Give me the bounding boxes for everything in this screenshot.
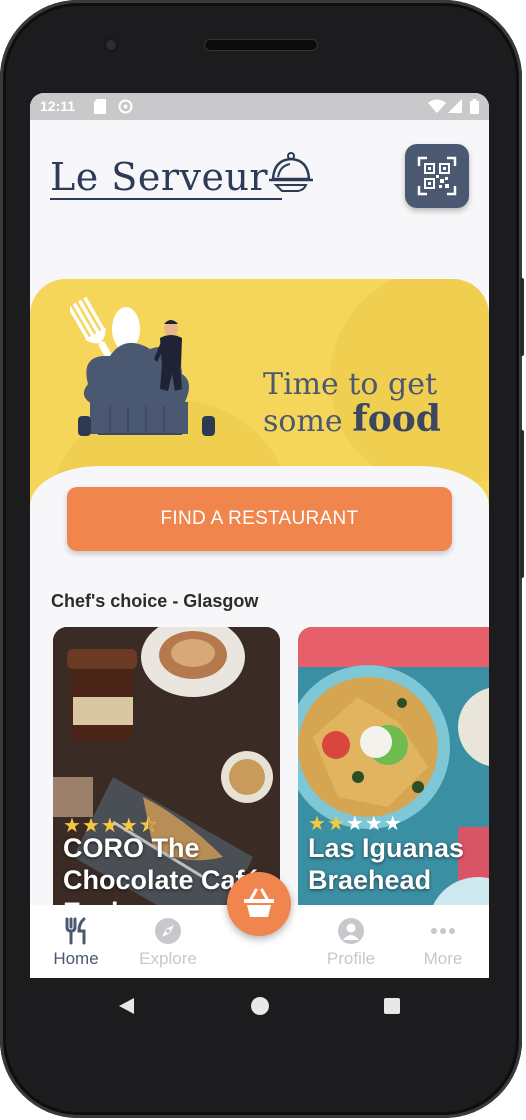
sync-icon [118,99,133,114]
nav-more[interactable]: More [397,905,489,969]
hero-headline: Time to get some food [263,368,441,439]
hero-line2-bold: food [352,398,441,440]
restaurant-name: Las Iguanas Braehead [308,833,465,895]
basket-button[interactable] [227,872,291,936]
status-bar: 12:11 [30,93,489,120]
nav-home-label: Home [53,949,99,968]
phone-frame: 12:11 Le Serveur Time to get some food F… [0,0,524,1118]
basket-icon [244,888,274,917]
earpiece-speaker [205,40,317,50]
signal-icon [448,99,462,113]
card-image [298,627,489,947]
hero-line2: some [263,404,353,439]
status-time: 12:11 [40,98,76,114]
front-camera [103,37,119,53]
find-restaurant-button[interactable]: FIND A RESTAURANT [67,487,452,551]
nav-profile[interactable]: Profile [305,905,397,969]
system-home-icon[interactable] [250,996,270,1016]
battery-icon [470,99,479,114]
nav-profile-label: Profile [326,949,376,968]
nav-explore-label: Explore [139,949,197,968]
qr-scan-button[interactable] [405,144,469,208]
nav-home[interactable]: Home [30,905,122,969]
fork-knife-icon [65,917,86,945]
system-recents-icon[interactable] [382,996,402,1016]
compass-icon [155,918,181,944]
system-back-icon[interactable] [116,996,136,1016]
chef-hat-illustration [70,297,215,436]
section-title: Chef's choice - Glasgow [51,591,259,611]
more-icon [431,928,455,934]
logo-underline [50,198,282,200]
person-icon [338,918,364,944]
hero-line1: Time to get [263,367,438,402]
restaurant-card[interactable]: ★★★★★ Las Iguanas Braehead [298,627,489,947]
nav-explore[interactable]: Explore [122,905,214,969]
cloche-icon [269,152,313,192]
app-screen: 12:11 Le Serveur Time to get some food F… [30,93,489,978]
volume-button [520,430,524,578]
qr-code-icon [417,156,457,196]
sd-card-icon [94,99,106,114]
nav-more-label: More [423,949,463,968]
app-logo-text: Le Serveur [50,155,269,199]
power-button [520,278,524,356]
wifi-icon [428,99,446,113]
